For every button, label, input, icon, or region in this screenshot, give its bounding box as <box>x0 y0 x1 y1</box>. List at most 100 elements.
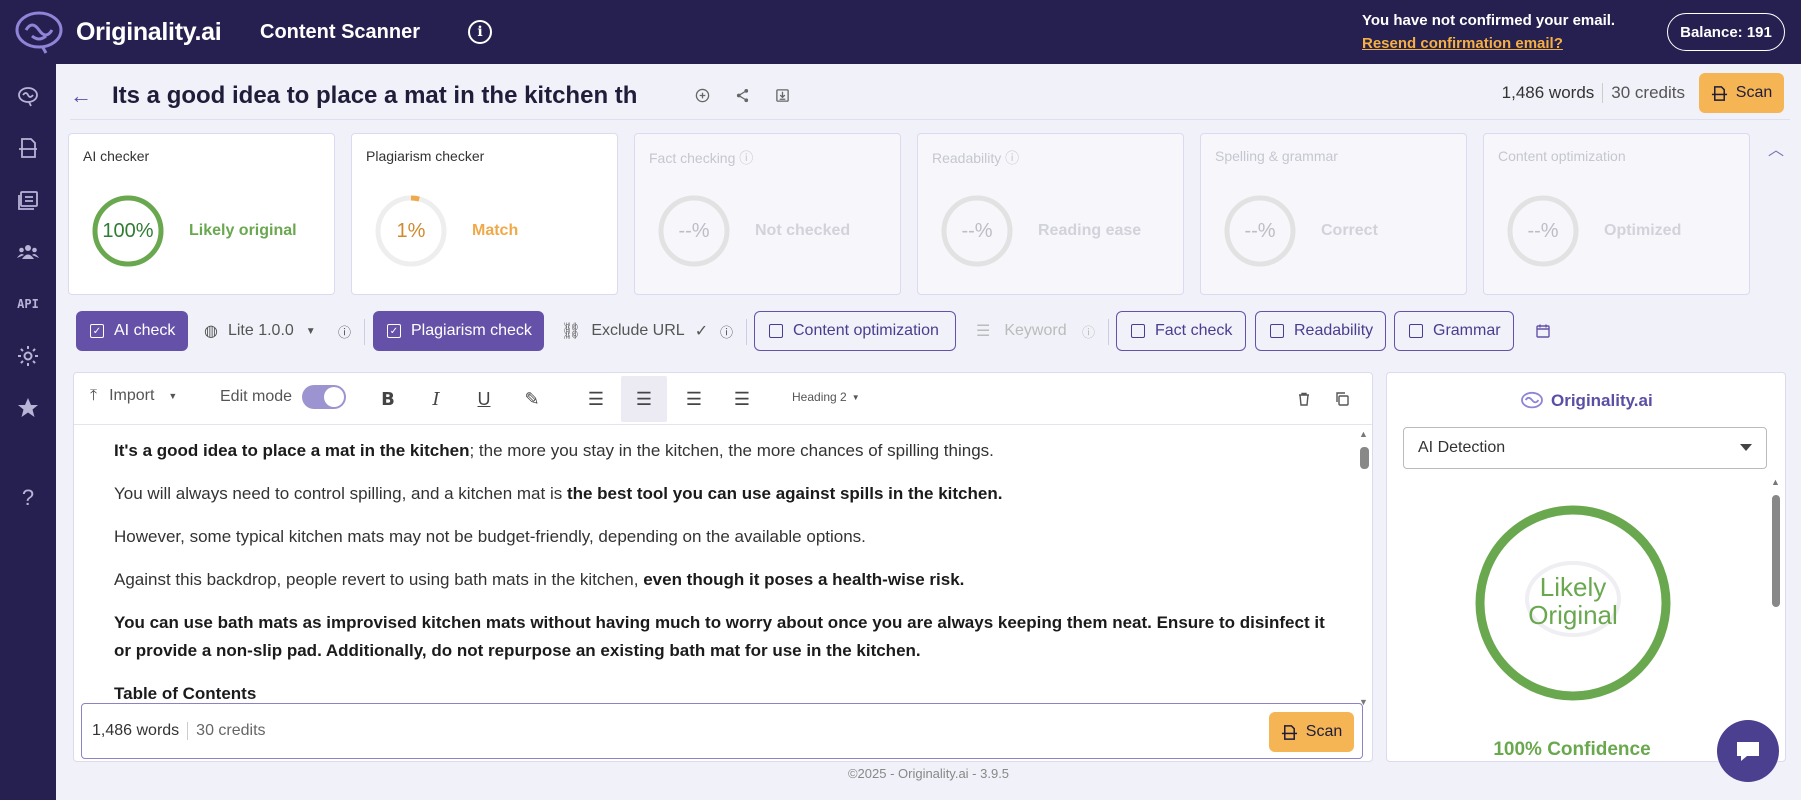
scroll-thumb[interactable] <box>1360 447 1369 469</box>
underline-icon[interactable]: U <box>472 387 496 411</box>
add-circle-icon[interactable] <box>692 86 712 106</box>
info-icon[interactable]: ⓘ <box>739 150 753 166</box>
grammar-toggle[interactable]: Grammar <box>1394 311 1514 351</box>
editor-scrollbar[interactable]: ▲ ▼ <box>1357 429 1371 707</box>
align-center-icon[interactable]: ☰ <box>621 376 667 422</box>
detection-type-select[interactable]: AI Detection <box>1403 427 1767 469</box>
panel-scrollbar[interactable]: ▲ <box>1769 477 1783 759</box>
library-nav-icon[interactable] <box>14 186 42 214</box>
readability-toggle[interactable]: Readability <box>1255 311 1386 351</box>
select-value: AI Detection <box>1418 439 1506 456</box>
scan-button[interactable]: Scan <box>1699 73 1784 113</box>
scan-button[interactable]: Scan <box>1269 712 1354 752</box>
balance-button[interactable]: Balance: 191 <box>1667 13 1785 51</box>
card-value: --% <box>961 219 993 242</box>
chevron-down-icon <box>1740 444 1752 451</box>
info-icon[interactable]: ⓘ <box>1005 150 1019 166</box>
import-label: Import <box>109 387 155 404</box>
chat-icon <box>1737 742 1759 761</box>
card-label: Reading ease <box>1038 222 1142 239</box>
scroll-up-icon[interactable]: ▲ <box>1359 429 1368 439</box>
calendar-icon[interactable] <box>1536 311 1550 351</box>
editor-content[interactable]: It's a good idea to place a mat in the k… <box>114 437 1344 723</box>
resend-confirmation-link[interactable]: Resend confirmation email? <box>1362 32 1615 55</box>
team-nav-icon[interactable] <box>14 238 42 266</box>
heading-select[interactable]: Heading 2 ▼ <box>792 390 860 404</box>
editor-footer: 1,486 words 30 credits Scan <box>81 703 1363 759</box>
plagiarism-check-label: Plagiarism check <box>411 322 532 339</box>
trash-icon[interactable] <box>1292 387 1316 411</box>
paragraph: It's a good idea to place a mat in the k… <box>114 441 994 460</box>
align-justify-icon[interactable]: ☰ <box>730 387 754 411</box>
scroll-up-icon[interactable]: ▲ <box>1771 477 1780 487</box>
ai-check-toggle[interactable]: ✓ AI check <box>76 311 188 351</box>
card-label: Not checked <box>755 222 851 239</box>
brain-logo-icon <box>15 11 63 54</box>
likely-original-text: Likely Original <box>1528 572 1618 630</box>
keyword-button[interactable]: ☰ Keyword <box>976 311 1084 351</box>
heading-label: Heading 2 <box>792 390 847 404</box>
info-icon[interactable]: i <box>468 20 493 44</box>
card-spelling-grammar[interactable]: Spelling & grammar --% Correct <box>1200 133 1467 295</box>
info-icon[interactable]: ⓘ <box>1082 311 1095 351</box>
align-left-icon[interactable]: ☰ <box>584 387 608 411</box>
scan-label: Scan <box>1735 84 1773 101</box>
italic-icon[interactable]: I <box>424 387 448 411</box>
card-plagiarism-checker[interactable]: Plagiarism checker 1% Match <box>351 133 618 295</box>
toggle-switch[interactable] <box>302 385 347 409</box>
panel-logo-text: Originality.ai <box>1551 391 1653 410</box>
document-title[interactable]: Its a good idea to place a mat in the ki… <box>112 82 672 110</box>
edit-mode-label: Edit mode <box>220 388 293 405</box>
content-optimization-toggle[interactable]: Content optimization <box>754 311 956 351</box>
divider <box>746 319 747 345</box>
ai-check-label: AI check <box>114 322 176 339</box>
editor-toolbar: ⤒ Import ▼ Edit mode B I U ✎ ☰ ☰ ☰ ☰ Hea… <box>74 373 1372 425</box>
collapse-chevron-up-icon[interactable]: ︿ <box>1768 136 1784 160</box>
info-icon[interactable]: ⓘ <box>720 311 733 351</box>
plagiarism-check-toggle[interactable]: ✓ Plagiarism check <box>373 311 544 351</box>
scan-document-nav-icon[interactable] <box>14 134 42 162</box>
footer-copyright: ©2025 - Originality.ai - 3.9.5 <box>847 766 1010 781</box>
card-ai-checker[interactable]: AI checker 100% Likely original <box>68 133 335 295</box>
fact-check-label: Fact check <box>1155 322 1233 339</box>
highlighter-icon[interactable]: ✎ <box>520 387 544 411</box>
word-count: 1,486 words <box>1502 83 1604 103</box>
card-title: Fact checking ⓘ <box>649 150 754 166</box>
chevron-down-icon: ▼ <box>168 391 178 401</box>
checkbox-icon <box>1131 324 1145 338</box>
card-title: Readability ⓘ <box>932 150 1020 166</box>
exclude-url-button[interactable]: ⛓ Exclude URL ✓ <box>561 311 721 351</box>
divider <box>1108 319 1109 345</box>
card-label: Optimized <box>1604 222 1682 239</box>
card-value: 1% <box>396 219 426 242</box>
share-icon[interactable] <box>732 86 752 106</box>
help-nav-icon[interactable]: ? <box>14 484 42 512</box>
results-panel: Originality.ai AI Detection Likely Origi… <box>1386 372 1786 762</box>
brand[interactable]: Originality.ai <box>0 10 250 54</box>
settings-nav-icon[interactable] <box>14 342 42 370</box>
card-label: Likely original <box>189 222 297 239</box>
export-icon[interactable] <box>772 86 792 106</box>
model-select[interactable]: ◍ Lite 1.0.0 ▼ <box>204 311 348 351</box>
copy-icon[interactable] <box>1330 387 1354 411</box>
card-value: --% <box>1527 219 1559 242</box>
card-fact-checking[interactable]: Fact checking ⓘ --% Not checked <box>634 133 901 295</box>
credit-count: 30 credits <box>1611 83 1685 102</box>
card-readability[interactable]: Readability ⓘ --% Reading ease <box>917 133 1184 295</box>
logo-text: Originality.ai <box>76 17 222 46</box>
back-arrow-icon[interactable]: ← <box>70 83 98 109</box>
import-button[interactable]: ⤒ Import ▼ <box>90 387 177 405</box>
info-icon[interactable]: ⓘ <box>338 311 351 351</box>
card-title: Content optimization <box>1498 148 1626 164</box>
edit-mode-toggle[interactable]: Edit mode <box>220 385 347 409</box>
email-notice-text: You have not confirmed your email. <box>1362 12 1616 29</box>
align-right-icon[interactable]: ☰ <box>682 387 706 411</box>
card-content-optimization[interactable]: Content optimization --% Optimized <box>1483 133 1750 295</box>
api-nav-icon[interactable]: API <box>14 290 42 318</box>
bold-icon[interactable]: B <box>376 387 400 411</box>
scroll-thumb[interactable] <box>1772 495 1780 607</box>
fact-check-toggle[interactable]: Fact check <box>1116 311 1246 351</box>
brain-nav-icon[interactable] <box>14 82 42 110</box>
content-optimization-label: Content optimization <box>793 322 939 339</box>
star-nav-icon[interactable] <box>14 394 42 422</box>
